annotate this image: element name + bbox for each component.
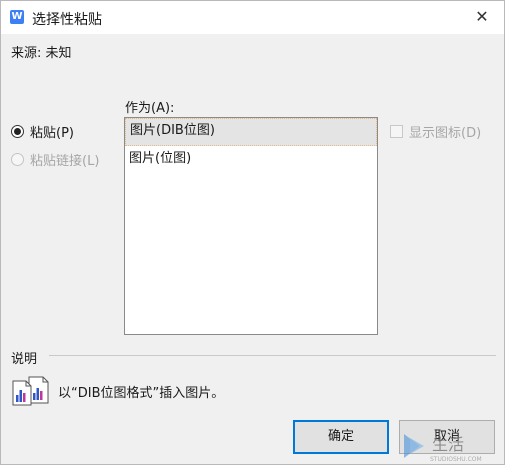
wps-writer-icon: W xyxy=(10,10,24,24)
picture-document-icon xyxy=(12,376,49,406)
show-icon-label: 显示图标(D) xyxy=(409,126,482,141)
paste-special-dialog: W 选择性粘贴 ✕ 来源: 未知 粘贴(P) 粘贴链接(L) 作为(A): 图片… xyxy=(0,0,505,465)
format-listbox[interactable]: 图片(DIB位图) 图片(位图) xyxy=(124,117,378,335)
watermark-text: 生活 xyxy=(432,435,464,454)
list-item[interactable]: 图片(位图) xyxy=(125,146,377,172)
description-text: 以“DIB位图格式”插入图片。 xyxy=(58,386,225,401)
dialog-title: 选择性粘贴 xyxy=(32,12,102,28)
source-text: 来源: 未知 xyxy=(11,46,72,61)
list-item[interactable]: 图片(DIB位图) xyxy=(125,118,377,146)
watermark-subtext: STUDIOSHU.COM xyxy=(430,456,482,463)
show-icon-option: 显示图标(D) xyxy=(390,122,481,141)
show-icon-checkbox xyxy=(390,125,403,138)
site-watermark-logo: 生活 STUDIOSHU.COM xyxy=(404,434,482,463)
paste-link-radio xyxy=(11,153,24,166)
paste-link-radio-label: 粘贴链接(L) xyxy=(30,154,100,169)
paste-option[interactable]: 粘贴(P) xyxy=(11,122,74,141)
paste-radio[interactable] xyxy=(11,125,24,138)
paste-radio-label: 粘贴(P) xyxy=(30,126,74,141)
paste-link-option: 粘贴链接(L) xyxy=(11,150,99,169)
description-label: 说明 xyxy=(11,352,38,367)
description-divider xyxy=(49,355,496,356)
title-bar: W 选择性粘贴 ✕ xyxy=(1,1,504,34)
as-label: 作为(A): xyxy=(125,101,175,116)
ok-button[interactable]: 确定 xyxy=(293,420,389,454)
close-icon[interactable]: ✕ xyxy=(470,6,494,28)
